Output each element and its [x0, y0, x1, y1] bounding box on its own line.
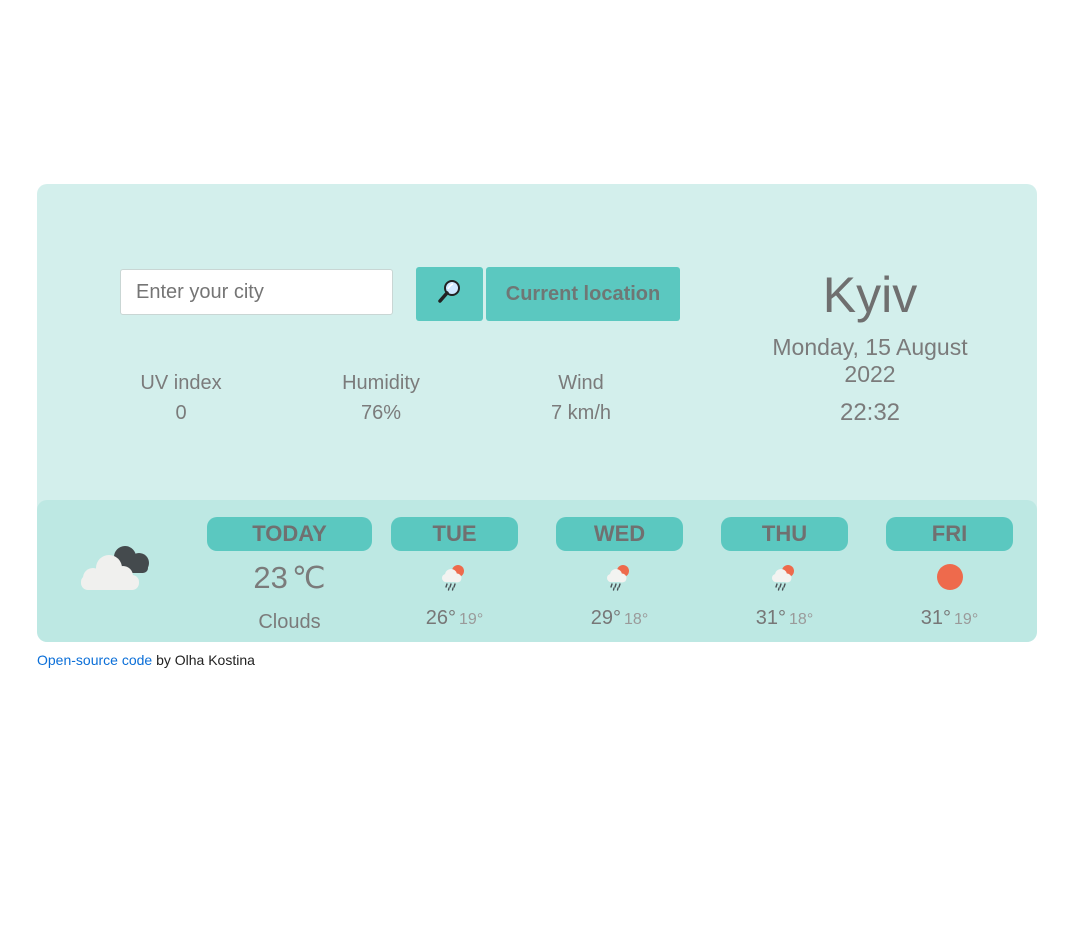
rain-sun-icon: [605, 562, 635, 597]
today-temperature: 23 ℃: [207, 560, 372, 597]
temps-wed: 29° 18°: [556, 605, 683, 633]
temp-unit-celsius[interactable]: ℃: [292, 562, 326, 595]
weather-card: Current location UV index 0 Humidity 76%…: [37, 184, 1037, 642]
temps-tue: 26° 19°: [391, 605, 518, 633]
temp-min: 19°: [954, 611, 979, 628]
dark-clouds-icon: [79, 542, 153, 595]
uv-index-stat: UV index 0: [101, 370, 261, 426]
sun-icon: [935, 562, 965, 597]
temp-max: 31°: [755, 607, 787, 629]
current-time: 22:32: [839, 399, 901, 426]
humidity-value: 76%: [360, 402, 402, 424]
humidity-label: Humidity: [342, 372, 420, 394]
day-label-wed: WED: [556, 517, 683, 551]
rain-sun-icon: [440, 562, 470, 597]
temp-max: 31°: [920, 607, 952, 629]
footer: Open-source code by Olha Kostina: [37, 651, 255, 669]
temp-max: 29°: [590, 607, 622, 629]
temp-min: 18°: [789, 611, 814, 628]
city-name: Kyiv: [822, 267, 918, 323]
open-source-code-link[interactable]: Open-source code: [37, 652, 152, 668]
rain-sun-icon: [770, 562, 800, 597]
day-label-fri: FRI: [886, 517, 1013, 551]
temp-max: 26°: [425, 607, 457, 629]
city-search-input[interactable]: [120, 269, 393, 315]
temp-min: 19°: [459, 611, 484, 628]
day-label-thu: THU: [721, 517, 848, 551]
magnifying-glass-icon: [437, 278, 463, 310]
wind-value: 7 km/h: [550, 402, 612, 424]
day-label-tue: TUE: [391, 517, 518, 551]
wind-label: Wind: [558, 372, 604, 394]
humidity-stat: Humidity 76%: [301, 370, 461, 426]
temps-thu: 31° 18°: [721, 605, 848, 633]
wind-stat: Wind 7 km/h: [501, 370, 661, 426]
search-button[interactable]: [416, 267, 483, 321]
temp-min: 18°: [624, 611, 649, 628]
uv-index-value: 0: [175, 402, 187, 424]
today-temp-value: 23: [253, 560, 288, 595]
forecast-strip: TODAY 23 ℃ Clouds TUE 26° 19° WED 29° 18° T…: [37, 500, 1037, 642]
current-location-button[interactable]: Current location: [486, 267, 680, 321]
uv-index-label: UV index: [140, 372, 222, 394]
author-credit: by Olha Kostina: [152, 652, 255, 668]
temps-fri: 31° 19°: [886, 605, 1013, 633]
current-date: Monday, 15 August 2022: [772, 334, 968, 387]
weather-description: Clouds: [258, 611, 321, 633]
day-label-today: TODAY: [207, 517, 372, 551]
